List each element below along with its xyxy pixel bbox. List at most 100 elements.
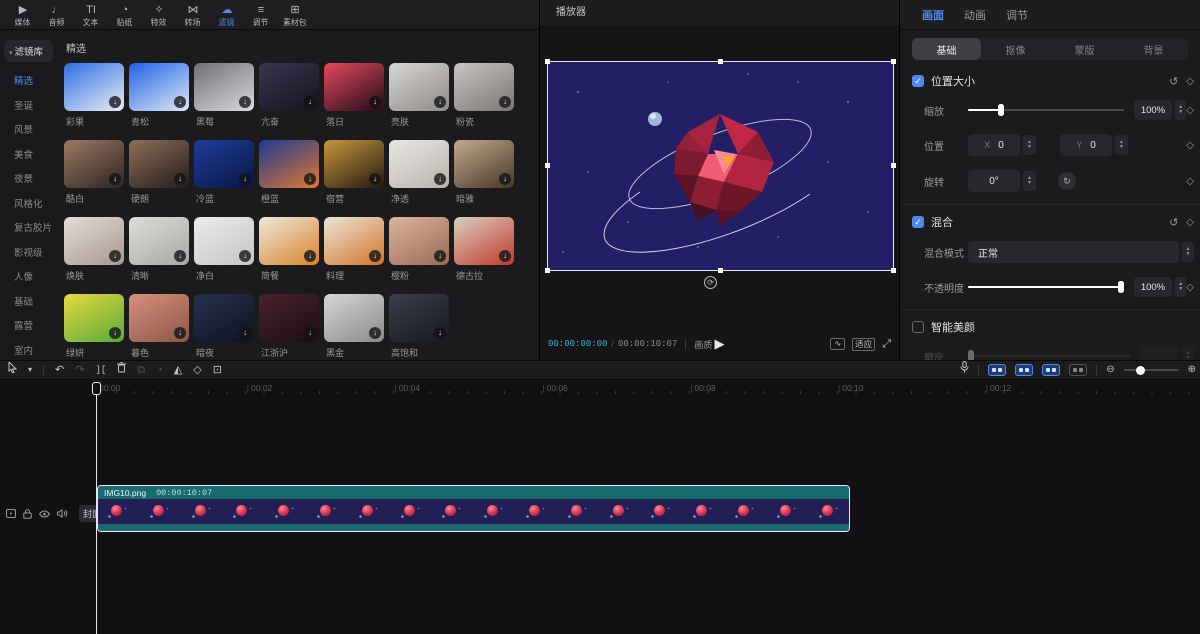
position-y-stepper[interactable]: ▲▼ (1115, 135, 1128, 155)
selection-handle-sw[interactable] (545, 268, 550, 273)
keyframe-diamond-icon[interactable]: ◇ (1186, 282, 1194, 293)
opacity-value[interactable]: 100% (1134, 277, 1172, 297)
playhead-handle[interactable] (92, 382, 101, 395)
tab-picture[interactable]: 画面 (922, 7, 944, 23)
rotate-selection-handle[interactable]: ⟳ (704, 276, 717, 289)
blend-mode-stepper[interactable]: ▲▼ (1182, 242, 1194, 262)
filter-thumbnail[interactable]: ↓ (129, 217, 189, 265)
blend-checkbox[interactable]: ✓ (912, 216, 924, 228)
position-size-checkbox[interactable]: ✓ (912, 75, 924, 87)
sidebar-item-4[interactable]: 夜景 (0, 168, 57, 193)
filter-thumbnail[interactable]: ↓ (389, 294, 449, 342)
sidebar-header-filter-library[interactable]: ▾滤镜库 (4, 40, 53, 62)
filter-item[interactable]: ↓德古拉 (454, 217, 514, 282)
crop-icon[interactable]: ⊡ (213, 361, 222, 379)
opacity-slider[interactable] (968, 286, 1124, 288)
position-y-field[interactable]: Y0 (1060, 134, 1112, 156)
zoom-in-icon[interactable]: ⊕ (1188, 361, 1196, 379)
selection-handle-s[interactable] (718, 268, 723, 273)
mute-speaker-icon[interactable] (57, 509, 68, 518)
filter-thumbnail[interactable]: ↓ (324, 140, 384, 188)
toolbar-item-media[interactable]: ▶媒体 (6, 3, 40, 27)
filter-thumbnail[interactable]: ↓ (454, 217, 514, 265)
subtab-mask[interactable]: 蒙版 (1050, 38, 1119, 60)
smooth-skin-stepper[interactable]: ▲▼ (1182, 346, 1194, 360)
selection-handle-nw[interactable] (545, 59, 550, 64)
filter-item[interactable]: ↓焕肤 (64, 217, 124, 282)
rotate-knob-icon[interactable]: ↻ (1058, 172, 1076, 190)
filter-item[interactable]: ↓彩果 (64, 63, 124, 128)
sidebar-item-9[interactable]: 基础 (0, 291, 57, 316)
toolbar-item-audio[interactable]: ♩音频 (40, 3, 74, 27)
toolbar-item-adjust[interactable]: ≡调节 (244, 3, 278, 27)
split-icon[interactable]: ][ (95, 361, 106, 379)
scale-stepper[interactable]: ▲▼ (1175, 100, 1186, 120)
beauty-checkbox[interactable] (912, 321, 924, 333)
sidebar-item-1[interactable]: 圣诞 (0, 95, 57, 120)
scale-slider[interactable] (968, 109, 1124, 111)
filter-item[interactable]: ↓青松 (129, 63, 189, 128)
filter-item[interactable]: ↓料理 (324, 217, 384, 282)
cursor-mode-chevron-icon[interactable]: ▾ (28, 361, 32, 379)
toolbar-item-sticker[interactable]: ◔贴纸 (108, 3, 142, 27)
filter-thumbnail[interactable]: ↓ (194, 217, 254, 265)
selection-handle-ne[interactable] (891, 59, 896, 64)
tab-adjust[interactable]: 调节 (1006, 7, 1028, 23)
subtab-basic[interactable]: 基础 (912, 38, 981, 60)
toolbar-item-effects[interactable]: ✧特效 (142, 3, 176, 27)
filter-item[interactable]: ↓冷蓝 (194, 140, 254, 205)
filter-item[interactable]: ↓清晰 (129, 217, 189, 282)
filter-item[interactable]: ↓暗雅 (454, 140, 514, 205)
sidebar-item-8[interactable]: 人像 (0, 266, 57, 291)
sidebar-item-6[interactable]: 复古胶片 (0, 217, 57, 242)
rotate-stepper[interactable]: ▲▼ (1023, 171, 1036, 191)
filter-thumbnail[interactable]: ↓ (194, 63, 254, 111)
filter-item[interactable]: ↓净透 (389, 140, 449, 205)
blend-mode-dropdown[interactable]: 正常 (968, 241, 1179, 263)
sidebar-item-0[interactable]: 精选 (0, 70, 57, 95)
filter-thumbnail[interactable]: ↓ (454, 63, 514, 111)
filter-item[interactable]: ↓暮色 (129, 294, 189, 359)
toolbar-item-text[interactable]: TI文本 (74, 3, 108, 27)
smooth-skin-slider[interactable] (968, 355, 1130, 357)
toolbar-item-transitions[interactable]: ⋈转场 (176, 3, 210, 27)
playhead-line[interactable] (96, 382, 97, 634)
filter-item[interactable]: ↓亢奋 (259, 63, 319, 128)
filter-item[interactable]: ↓硬朗 (129, 140, 189, 205)
filter-item[interactable]: ↓落日 (324, 63, 384, 128)
hide-track-eye-icon[interactable] (39, 510, 50, 518)
selection-handle-n[interactable] (718, 59, 723, 64)
zoom-out-icon[interactable]: ⊖ (1106, 361, 1114, 379)
sidebar-item-3[interactable]: 美食 (0, 144, 57, 169)
timeline-zoom-slider[interactable] (1124, 369, 1179, 371)
position-x-field[interactable]: X0 (968, 134, 1020, 156)
preview-axis-toggle[interactable] (988, 364, 1006, 376)
keyframe-diamond-icon[interactable]: ◇ (1186, 140, 1194, 151)
copy-icon[interactable]: ⧉ (137, 361, 145, 379)
rotate-icon[interactable]: ◇ (193, 361, 201, 379)
filter-thumbnail[interactable]: ↓ (64, 294, 124, 342)
delete-icon[interactable] (117, 361, 126, 379)
opacity-stepper[interactable]: ▲▼ (1175, 277, 1186, 297)
selection-handle-se[interactable] (891, 268, 896, 273)
lock-icon[interactable] (23, 509, 32, 519)
smooth-skin-value[interactable] (1140, 346, 1180, 360)
filter-thumbnail[interactable]: ↓ (64, 217, 124, 265)
select-cursor-icon[interactable] (8, 361, 17, 379)
filter-item[interactable]: ↓黑金 (324, 294, 384, 359)
filter-item[interactable]: ↓暗夜 (194, 294, 254, 359)
filter-item[interactable]: ↓酷白 (64, 140, 124, 205)
redo-icon[interactable]: ↷ (75, 361, 84, 379)
filter-thumbnail[interactable]: ↓ (389, 63, 449, 111)
timeline-clip[interactable]: IMG10.png 00:00:10:07 (97, 485, 850, 532)
filter-item[interactable]: ↓江浙沪 (259, 294, 319, 359)
play-button[interactable]: ▶ (715, 336, 725, 352)
filter-thumbnail[interactable]: ↓ (194, 294, 254, 342)
fit-button[interactable]: 适应 (852, 338, 875, 351)
tab-animation[interactable]: 动画 (964, 7, 986, 23)
filter-item[interactable]: ↓橙蓝 (259, 140, 319, 205)
filter-item[interactable]: ↓净白 (194, 217, 254, 282)
subtab-background[interactable]: 背景 (1119, 38, 1188, 60)
toolbar-item-assets[interactable]: ⊞素材包 (278, 3, 312, 27)
sidebar-item-5[interactable]: 风格化 (0, 193, 57, 218)
